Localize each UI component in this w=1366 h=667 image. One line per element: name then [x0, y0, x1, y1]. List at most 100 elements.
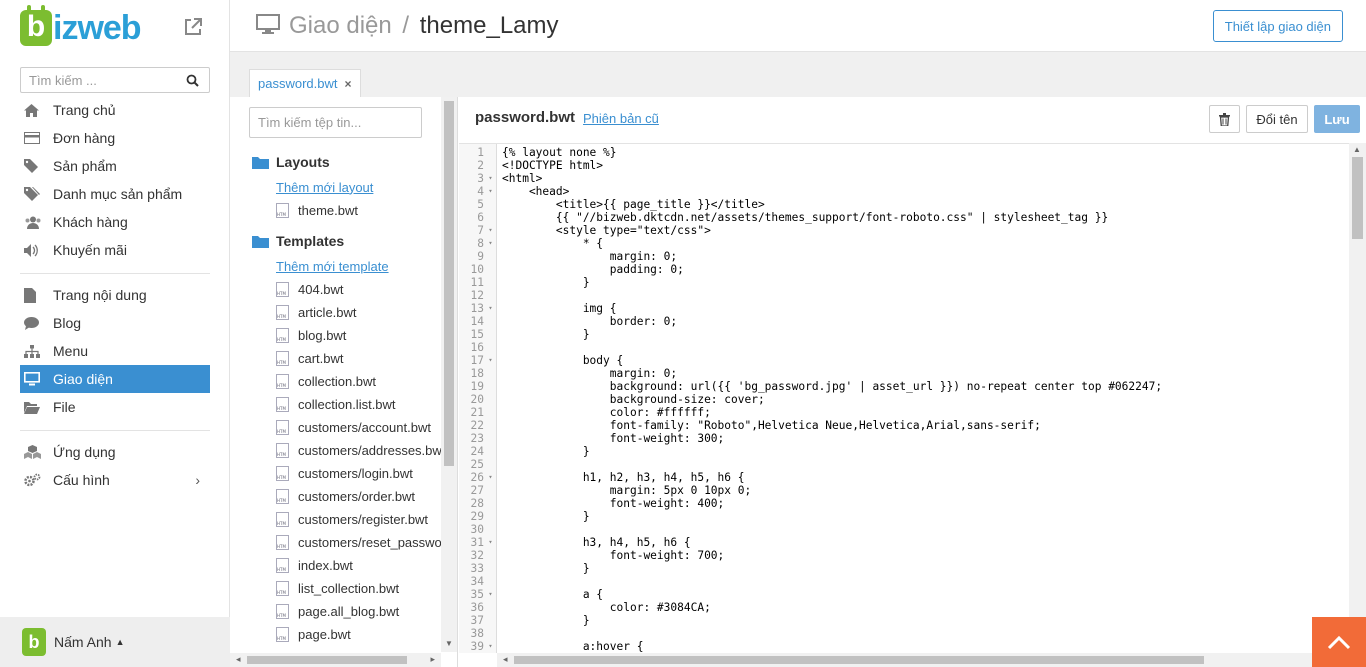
fold-arrow-icon[interactable] — [484, 601, 497, 614]
file-item[interactable]: list_collection.bwt — [252, 577, 442, 600]
code-hscrollbar[interactable]: ◂ — [497, 653, 1366, 667]
old-version-link[interactable]: Phiên bản cũ — [583, 111, 659, 126]
fold-arrow-icon[interactable] — [484, 159, 497, 172]
file-item[interactable]: 404.bwt — [252, 278, 442, 301]
sidebar-item-blog[interactable]: Blog — [20, 309, 210, 337]
file-item[interactable]: collection.bwt — [252, 370, 442, 393]
file-item[interactable]: index.bwt — [252, 554, 442, 577]
save-button[interactable]: Lưu — [1314, 105, 1360, 133]
tab-password-bwt[interactable]: password.bwt × — [249, 69, 361, 97]
fold-arrow-icon[interactable]: ▾ — [484, 172, 497, 185]
sidebar-item-khuyến-mãi[interactable]: Khuyến mãi — [20, 236, 210, 264]
rename-button[interactable]: Đổi tên — [1246, 105, 1308, 133]
fold-arrow-icon[interactable]: ▾ — [484, 471, 497, 484]
folder-templates[interactable]: Templates — [252, 228, 442, 254]
sidebar-item-file[interactable]: File — [20, 393, 210, 421]
fold-arrow-icon[interactable]: ▾ — [484, 354, 497, 367]
fold-arrow-icon[interactable] — [484, 211, 497, 224]
file-item[interactable]: collection.list.bwt — [252, 393, 442, 416]
scrollbar-thumb[interactable] — [247, 656, 407, 664]
file-tree-hscrollbar[interactable]: ◂ ▸ — [230, 653, 441, 667]
scrollbar-thumb[interactable] — [1352, 157, 1363, 239]
fold-arrow-icon[interactable] — [484, 341, 497, 354]
scrollbar-thumb[interactable] — [514, 656, 1204, 664]
arrow-up-icon[interactable]: ▲ — [1353, 145, 1361, 154]
sidebar-item-menu[interactable]: Menu — [20, 337, 210, 365]
file-item[interactable]: page.bwt — [252, 623, 442, 646]
fold-arrow-icon[interactable] — [484, 510, 497, 523]
code-area[interactable]: 1 {% layout none %} 2 <!DOCTYPE html> 3 ▾ <htm… — [459, 143, 1366, 653]
fold-arrow-icon[interactable]: ▾ — [484, 640, 497, 653]
user-menu[interactable]: b Nấm Anh ▲ — [0, 617, 230, 667]
file-item[interactable]: article.bwt — [252, 301, 442, 324]
code-scrollbar[interactable]: ▲ — [1349, 143, 1366, 653]
fold-arrow-icon[interactable] — [484, 484, 497, 497]
sidebar-item-giao-diện[interactable]: Giao diện — [20, 365, 210, 393]
fold-arrow-icon[interactable] — [484, 367, 497, 380]
file-item[interactable]: customers/account.bwt — [252, 416, 442, 439]
fold-arrow-icon[interactable] — [484, 276, 497, 289]
file-item[interactable]: cart.bwt — [252, 347, 442, 370]
file-item[interactable]: customers/reset_password.bwt — [252, 531, 442, 554]
fold-arrow-icon[interactable]: ▾ — [484, 224, 497, 237]
sidebar-item-trang-chủ[interactable]: Trang chủ — [20, 96, 210, 124]
fold-arrow-icon[interactable] — [484, 614, 497, 627]
fold-arrow-icon[interactable] — [484, 497, 497, 510]
fold-arrow-icon[interactable] — [484, 549, 497, 562]
fold-arrow-icon[interactable] — [484, 393, 497, 406]
arrow-down-icon[interactable]: ▼ — [445, 639, 453, 648]
sidebar-item-ứng-dụng[interactable]: Ứng dụng — [20, 438, 210, 466]
file-item[interactable]: customers/order.bwt — [252, 485, 442, 508]
fold-arrow-icon[interactable]: ▾ — [484, 588, 497, 601]
file-item[interactable]: blog.bwt — [252, 324, 442, 347]
close-icon[interactable]: × — [344, 77, 351, 91]
scroll-to-top-button[interactable] — [1312, 617, 1366, 667]
arrow-left-icon[interactable]: ◂ — [236, 654, 241, 665]
fold-arrow-icon[interactable] — [484, 198, 497, 211]
arrow-right-icon[interactable]: ▸ — [430, 654, 435, 665]
theme-setup-button[interactable]: Thiết lập giao diện — [1212, 10, 1343, 42]
file-item[interactable]: customers/addresses.bwt — [252, 439, 442, 462]
scrollbar-thumb[interactable] — [444, 101, 454, 466]
file-item[interactable]: customers/login.bwt — [252, 462, 442, 485]
fold-arrow-icon[interactable]: ▾ — [484, 302, 497, 315]
fold-arrow-icon[interactable] — [484, 445, 497, 458]
arrow-left-icon[interactable]: ◂ — [503, 654, 508, 665]
fold-arrow-icon[interactable] — [484, 432, 497, 445]
fold-arrow-icon[interactable] — [484, 406, 497, 419]
folder-layouts[interactable]: Layouts — [252, 149, 442, 175]
fold-arrow-icon[interactable] — [484, 315, 497, 328]
file-search-input[interactable] — [249, 107, 422, 138]
bizweb-logo[interactable]: b izweb — [20, 5, 142, 48]
fold-arrow-icon[interactable] — [484, 523, 497, 536]
external-link-icon[interactable] — [182, 16, 204, 38]
file-item[interactable]: page.all_blog.bwt — [252, 600, 442, 623]
sidebar-item-khách-hàng[interactable]: Khách hàng — [20, 208, 210, 236]
breadcrumb-parent[interactable]: Giao diện — [289, 12, 392, 39]
fold-arrow-icon[interactable] — [484, 419, 497, 432]
file-tree-scrollbar[interactable]: ▼ — [441, 97, 457, 652]
sidebar-item-đơn-hàng[interactable]: Đơn hàng — [20, 124, 210, 152]
delete-button[interactable] — [1209, 105, 1240, 133]
fold-arrow-icon[interactable] — [484, 146, 497, 159]
fold-arrow-icon[interactable] — [484, 562, 497, 575]
sidebar-item-trang-nội-dung[interactable]: Trang nội dung — [20, 281, 210, 309]
fold-arrow-icon[interactable] — [484, 250, 497, 263]
fold-arrow-icon[interactable] — [484, 328, 497, 341]
file-item[interactable]: customers/register.bwt — [252, 508, 442, 531]
file-item[interactable]: theme.bwt — [252, 199, 442, 222]
fold-arrow-icon[interactable] — [484, 289, 497, 302]
add-layout-link[interactable]: Thêm mới layout — [252, 175, 442, 199]
fold-arrow-icon[interactable] — [484, 458, 497, 471]
sidebar-item-cấu-hình[interactable]: Cấu hình › — [20, 466, 210, 494]
fold-arrow-icon[interactable] — [484, 380, 497, 393]
fold-arrow-icon[interactable]: ▾ — [484, 237, 497, 250]
add-template-link[interactable]: Thêm mới template — [252, 254, 442, 278]
fold-arrow-icon[interactable] — [484, 575, 497, 588]
search-icon[interactable] — [181, 69, 203, 91]
sidebar-search-input[interactable] — [21, 69, 181, 91]
fold-arrow-icon[interactable] — [484, 263, 497, 276]
sidebar-item-danh-mục-sản-phẩm[interactable]: Danh mục sản phẩm — [20, 180, 210, 208]
fold-arrow-icon[interactable] — [484, 627, 497, 640]
sidebar-item-sản-phẩm[interactable]: Sản phẩm — [20, 152, 210, 180]
